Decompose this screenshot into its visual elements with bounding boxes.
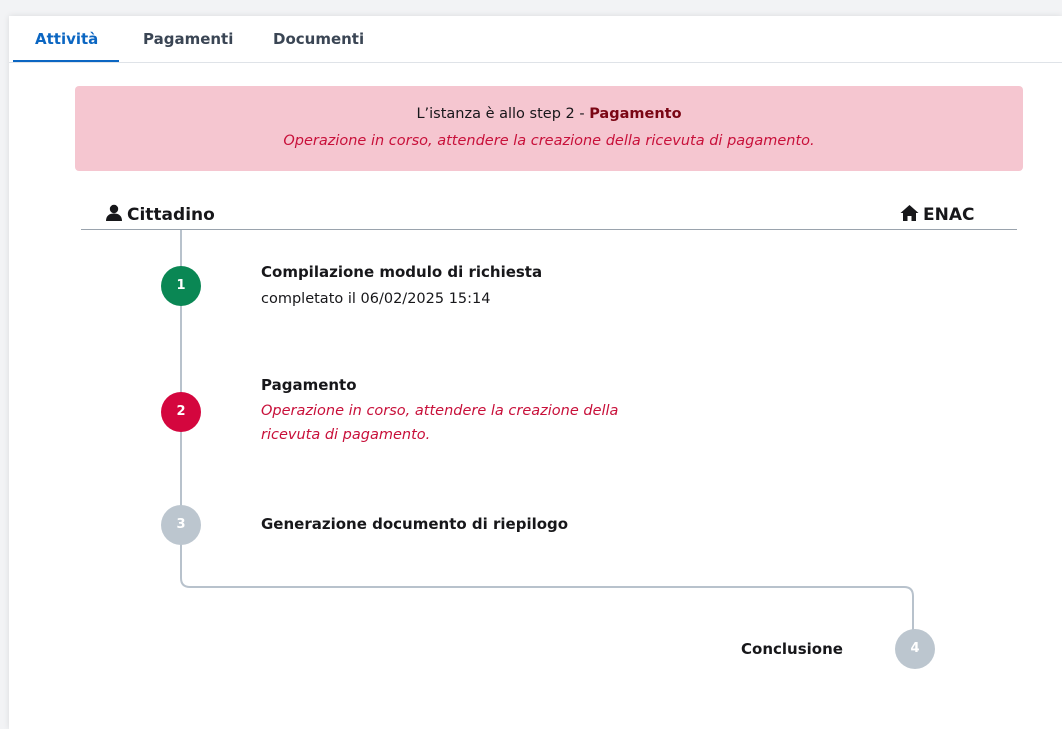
step-3-badge: 3 <box>161 505 201 545</box>
step-2-title: Pagamento <box>261 376 357 394</box>
step-2-badge: 2 <box>161 392 201 432</box>
step-1-badge: 1 <box>161 266 201 306</box>
step-4-badge: 4 <box>895 629 935 669</box>
step-1-subtitle: completato il 06/02/2025 15:14 <box>261 291 491 307</box>
timeline-connector <box>180 230 914 631</box>
step-4-title: Conclusione <box>741 640 843 658</box>
istanza-panel: Attività Pagamenti Documenti L’istanza è… <box>9 16 1062 729</box>
step-1-title: Compilazione modulo di richiesta <box>261 263 543 281</box>
step-3-title: Generazione documento di riepilogo <box>261 515 569 533</box>
step-2-subtitle: Operazione in corso, attendere la creazi… <box>261 403 619 443</box>
